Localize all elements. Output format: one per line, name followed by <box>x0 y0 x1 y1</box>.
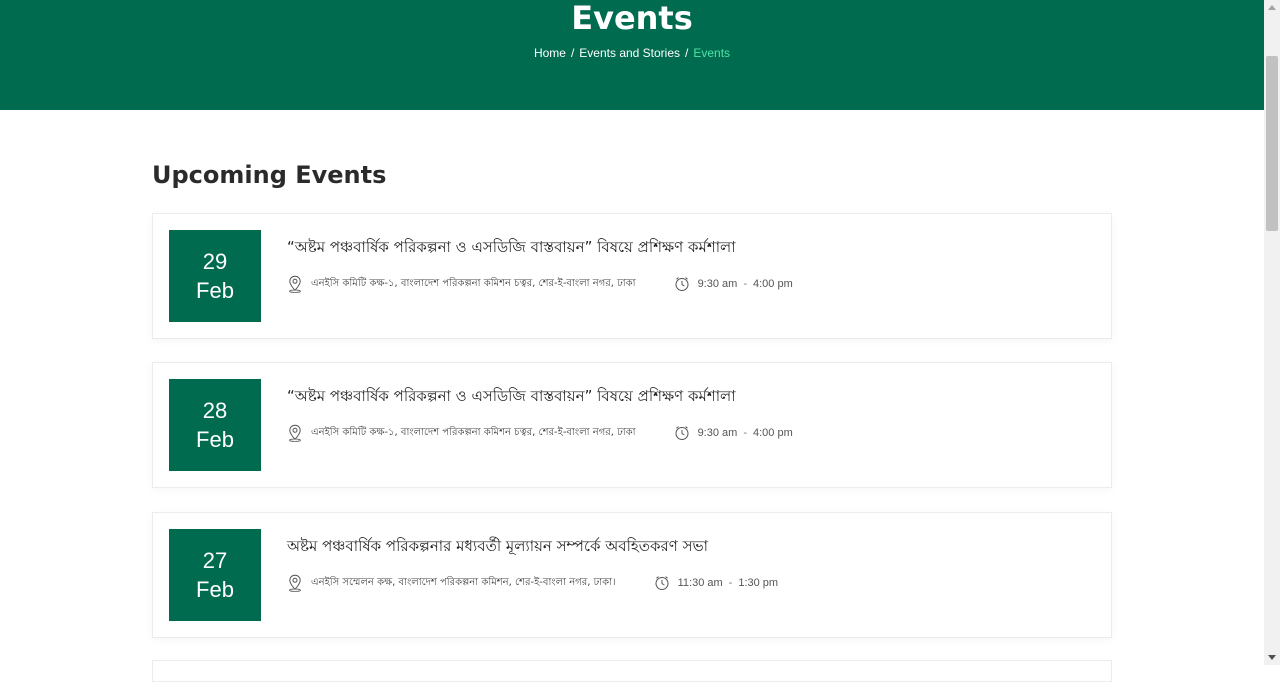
event-card[interactable]: 27 Feb অষ্টম পঞ্চবার্ষিক পরিকল্পনার মধ্যবর… <box>152 512 1112 638</box>
clock-icon <box>674 276 690 292</box>
event-card[interactable]: 29 Feb “অষ্টম পঞ্চবার্ষিক পরিকল্পনা ও এসডি… <box>152 213 1112 339</box>
map-pin-icon <box>287 424 303 442</box>
event-title[interactable]: অষ্টম পঞ্চবার্ষিক পরিকল্পনার মধ্যবর্তী ম… <box>287 535 708 560</box>
vertical-scrollbar[interactable] <box>1264 0 1280 665</box>
event-day: 28 <box>202 398 228 423</box>
map-pin-icon <box>287 275 303 293</box>
event-meta: এনইসি সম্মেলন কক্ষ, বাংলাদেশ পরিকল্পনা ক… <box>287 573 778 593</box>
breadcrumb-separator: / <box>570 46 575 60</box>
clock-icon <box>654 575 670 591</box>
scrollbar-thumb[interactable] <box>1266 56 1278 231</box>
breadcrumb-events-and-stories[interactable]: Events and Stories <box>579 46 680 60</box>
breadcrumb-separator: / <box>685 46 689 60</box>
event-start-time: 9:30 am <box>697 278 738 290</box>
event-card[interactable]: 28 Feb “অষ্টম পঞ্চবার্ষিক পরিকল্পনা ও এসডি… <box>152 362 1112 488</box>
event-date-badge: 27 Feb <box>169 529 261 621</box>
event-date-badge: 29 Feb <box>169 230 261 322</box>
event-date-badge: 28 Feb <box>169 379 261 471</box>
scroll-down-arrow[interactable] <box>1264 649 1280 665</box>
event-day: 27 <box>202 548 228 573</box>
event-end-time: 4:00 pm <box>752 427 793 439</box>
breadcrumb: Home / Events and Stories / Events <box>0 46 1264 60</box>
event-location: এনইসি সম্মেলন কক্ষ, বাংলাদেশ পরিকল্পনা ক… <box>311 576 616 588</box>
event-location: এনইসি কমিটি কক্ষ-১, বাংলাদেশ পরিকল্পনা ক… <box>311 426 636 438</box>
event-month: Feb <box>196 577 234 602</box>
event-start-time: 9:30 am <box>697 427 738 439</box>
page-banner: Events Home / Events and Stories / Events <box>0 0 1264 110</box>
time-separator: - <box>743 427 747 439</box>
time-separator: - <box>728 577 733 589</box>
event-title[interactable]: “অষ্টম পঞ্চবার্ষিক পরিকল্পনা ও এসডিজি বা… <box>287 385 736 410</box>
event-start-time: 11:30 am <box>677 577 723 589</box>
event-meta: এনইসি কমিটি কক্ষ-১, বাংলাদেশ পরিকল্পনা ক… <box>287 423 793 443</box>
event-card-partial[interactable] <box>152 660 1112 682</box>
upcoming-events-heading: Upcoming Events <box>152 161 387 189</box>
breadcrumb-home[interactable]: Home <box>534 46 566 60</box>
time-separator: - <box>743 278 747 290</box>
clock-icon <box>674 425 690 441</box>
event-location: এনইসি কমিটি কক্ষ-১, বাংলাদেশ পরিকল্পনা ক… <box>311 277 636 289</box>
breadcrumb-current: Events <box>693 46 731 60</box>
event-day: 29 <box>202 249 228 274</box>
map-pin-icon <box>287 574 303 592</box>
scroll-up-arrow[interactable] <box>1264 0 1280 16</box>
event-title[interactable]: “অষ্টম পঞ্চবার্ষিক পরিকল্পনা ও এসডিজি বা… <box>287 236 736 261</box>
event-meta: এনইসি কমিটি কক্ষ-১, বাংলাদেশ পরিকল্পনা ক… <box>287 274 793 294</box>
event-month: Feb <box>196 278 234 303</box>
page-title: Events <box>571 0 693 37</box>
event-end-time: 4:00 pm <box>752 278 793 290</box>
event-end-time: 1:30 pm <box>738 577 779 589</box>
event-month: Feb <box>196 427 234 452</box>
